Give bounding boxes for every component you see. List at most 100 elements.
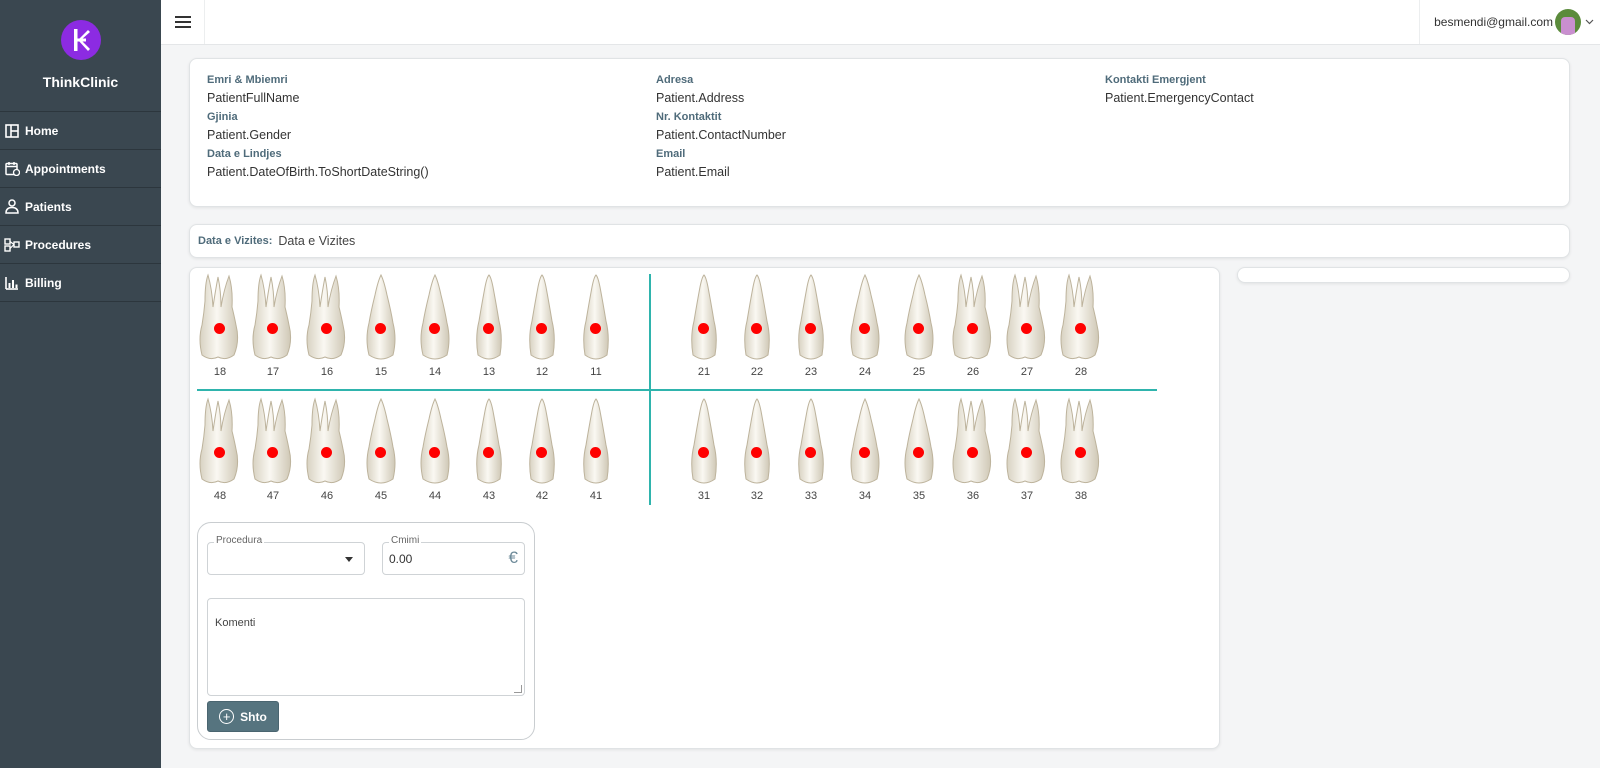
patient-emergency-value: Patient.EmergencyContact xyxy=(1105,91,1254,105)
tooth-marker-dot[interactable] xyxy=(321,447,332,458)
tooth-marker-dot[interactable] xyxy=(483,447,494,458)
tooth-marker-dot[interactable] xyxy=(1075,323,1086,334)
tooth-number: 13 xyxy=(482,366,496,378)
tooth-marker-dot[interactable] xyxy=(967,323,978,334)
tooth-marker-dot[interactable] xyxy=(859,447,870,458)
tooth-18[interactable]: 18 xyxy=(195,273,245,378)
tooth-marker-dot[interactable] xyxy=(1075,447,1086,458)
users-icon xyxy=(2,199,22,215)
tooth-marker-dot[interactable] xyxy=(913,323,924,334)
tooth-45[interactable]: 45 xyxy=(356,397,406,502)
avatar xyxy=(1555,9,1581,35)
menu-toggle-button[interactable] xyxy=(161,0,205,44)
patient-contact-value: Patient.ContactNumber xyxy=(656,128,786,142)
tooth-marker-dot[interactable] xyxy=(859,323,870,334)
tooth-marker-dot[interactable] xyxy=(913,447,924,458)
tooth-17[interactable]: 17 xyxy=(248,273,298,378)
tooth-33[interactable]: 33 xyxy=(786,397,836,502)
euro-icon: € xyxy=(508,548,518,567)
tooth-48[interactable]: 48 xyxy=(195,397,245,502)
resize-handle-icon[interactable] xyxy=(514,685,522,693)
tooth-44[interactable]: 44 xyxy=(410,397,460,502)
tooth-marker-dot[interactable] xyxy=(805,447,816,458)
tooth-marker-dot[interactable] xyxy=(698,447,709,458)
tooth-marker-dot[interactable] xyxy=(429,447,440,458)
tooth-marker-dot[interactable] xyxy=(751,447,762,458)
procedure-form: Procedura Cmimi 0.00 € Komenti + Shto xyxy=(197,522,535,740)
tooth-marker-dot[interactable] xyxy=(967,447,978,458)
tooth-marker-dot[interactable] xyxy=(267,447,278,458)
tooth-number: 43 xyxy=(482,490,496,502)
tooth-number: 14 xyxy=(428,366,442,378)
tooth-41[interactable]: 41 xyxy=(571,397,621,502)
tooth-marker-dot[interactable] xyxy=(429,323,440,334)
procedure-select[interactable]: Procedura xyxy=(207,535,365,575)
tooth-marker-dot[interactable] xyxy=(1021,323,1032,334)
tooth-12[interactable]: 12 xyxy=(517,273,567,378)
tooth-47[interactable]: 47 xyxy=(248,397,298,502)
tooth-38[interactable]: 38 xyxy=(1056,397,1106,502)
tooth-number: 42 xyxy=(535,490,549,502)
tooth-25[interactable]: 25 xyxy=(894,273,944,378)
sidebar-item-appointments[interactable]: Appointments xyxy=(0,150,161,188)
tooth-15[interactable]: 15 xyxy=(356,273,406,378)
tooth-marker-dot[interactable] xyxy=(214,447,225,458)
chart-horizontal-divider xyxy=(197,389,1157,391)
sidebar-item-billing[interactable]: Billing xyxy=(0,264,161,302)
tooth-37[interactable]: 37 xyxy=(1002,397,1052,502)
tooth-number: 41 xyxy=(589,490,603,502)
topbar: besmendi@gmail.com xyxy=(161,0,1600,45)
tooth-26[interactable]: 26 xyxy=(948,273,998,378)
tooth-32[interactable]: 32 xyxy=(732,397,782,502)
tooth-43[interactable]: 43 xyxy=(464,397,514,502)
price-field[interactable]: Cmimi 0.00 € xyxy=(382,535,525,575)
tooth-35[interactable]: 35 xyxy=(894,397,944,502)
logo[interactable] xyxy=(60,20,101,60)
tooth-11[interactable]: 11 xyxy=(571,273,621,378)
tooth-31[interactable]: 31 xyxy=(679,397,729,502)
tooth-marker-dot[interactable] xyxy=(590,323,601,334)
tooth-marker-dot[interactable] xyxy=(483,323,494,334)
tooth-13[interactable]: 13 xyxy=(464,273,514,378)
tooth-marker-dot[interactable] xyxy=(805,323,816,334)
tooth-marker-dot[interactable] xyxy=(590,447,601,458)
tooth-marker-dot[interactable] xyxy=(536,447,547,458)
tooth-36[interactable]: 36 xyxy=(948,397,998,502)
tooth-42[interactable]: 42 xyxy=(517,397,567,502)
tooth-number: 28 xyxy=(1074,366,1088,378)
tooth-28[interactable]: 28 xyxy=(1056,273,1106,378)
tooth-marker-dot[interactable] xyxy=(267,323,278,334)
tooth-number: 45 xyxy=(374,490,388,502)
tooth-number: 22 xyxy=(750,366,764,378)
sidebar-item-procedures[interactable]: Procedures xyxy=(0,226,161,264)
tooth-27[interactable]: 27 xyxy=(1002,273,1052,378)
sidebar-item-patients[interactable]: Patients xyxy=(0,188,161,226)
tooth-24[interactable]: 24 xyxy=(840,273,890,378)
tooth-marker-dot[interactable] xyxy=(375,323,386,334)
tooth-number: 23 xyxy=(804,366,818,378)
logo-k-icon xyxy=(73,29,90,51)
patient-emergency-label: Kontakti Emergjent xyxy=(1105,74,1206,86)
user-menu[interactable]: besmendi@gmail.com xyxy=(1419,0,1600,44)
tooth-marker-dot[interactable] xyxy=(1021,447,1032,458)
tooth-22[interactable]: 22 xyxy=(732,273,782,378)
tooth-34[interactable]: 34 xyxy=(840,397,890,502)
tooth-number: 44 xyxy=(428,490,442,502)
sidebar-item-home[interactable]: Home xyxy=(0,112,161,150)
visit-date-label: Data e Vizites: xyxy=(198,235,273,247)
tooth-marker-dot[interactable] xyxy=(698,323,709,334)
tooth-14[interactable]: 14 xyxy=(410,273,460,378)
tooth-23[interactable]: 23 xyxy=(786,273,836,378)
tooth-marker-dot[interactable] xyxy=(321,323,332,334)
tooth-16[interactable]: 16 xyxy=(302,273,352,378)
tooth-marker-dot[interactable] xyxy=(375,447,386,458)
tooth-marker-dot[interactable] xyxy=(536,323,547,334)
caret-down-icon xyxy=(345,557,353,562)
tooth-21[interactable]: 21 xyxy=(679,273,729,378)
visit-date-value[interactable]: Data e Vizites xyxy=(278,234,355,248)
tooth-marker-dot[interactable] xyxy=(751,323,762,334)
tooth-marker-dot[interactable] xyxy=(214,323,225,334)
add-procedure-button[interactable]: + Shto xyxy=(207,701,279,732)
comment-textarea[interactable]: Komenti xyxy=(207,598,525,696)
tooth-46[interactable]: 46 xyxy=(302,397,352,502)
